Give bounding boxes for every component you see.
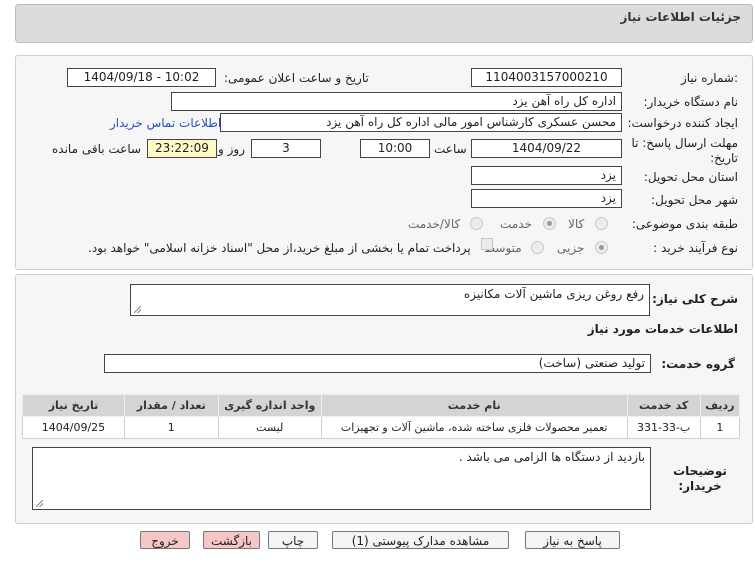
resize-grip-icon: [134, 306, 141, 313]
category-radio-service[interactable]: [543, 217, 556, 230]
col-service-code: کد خدمت: [626, 394, 701, 417]
exit-button[interactable]: خروج: [140, 531, 190, 549]
col-row: ردیف: [699, 394, 741, 417]
process-option-minor: جزیی: [557, 241, 585, 255]
buyer-notes-label: توضیحات خریدار:: [673, 464, 727, 493]
cell-need-date: 1404/09/25: [22, 416, 125, 439]
category-radio-goods[interactable]: [595, 217, 608, 230]
city-label: شهر محل تحویل:: [651, 193, 738, 207]
city-field: یزد: [471, 189, 622, 208]
category-label: طبقه بندی موضوعی:: [631, 217, 738, 231]
description-field: رفع روغن ریزی ماشین آلات مکانیزه: [130, 284, 650, 316]
view-attachments-button[interactable]: مشاهده مدارک پیوستی (1): [332, 531, 509, 549]
days-label: روز و: [218, 142, 245, 156]
cell-quantity: 1: [123, 416, 219, 439]
cell-service-name: تعمیر محصولات فلزی ساخته شده، ماشین آلات…: [320, 416, 628, 439]
category-option-service: خدمت: [500, 217, 532, 231]
remaining-time-field: 23:22:09: [147, 139, 217, 158]
col-unit: واحد اندازه گیری: [217, 394, 322, 417]
category-radio-goods-service[interactable]: [470, 217, 483, 230]
service-group-field: تولید صنعتی (ساخت): [104, 354, 651, 373]
back-button[interactable]: بازگشت: [203, 531, 260, 549]
need-number-label: شماره نیاز:: [680, 71, 738, 85]
buyer-org-field: اداره کل راه آهن یزد: [171, 92, 622, 111]
remaining-label: ساعت باقی مانده: [52, 142, 142, 156]
notes-resize-grip-icon: [36, 500, 43, 507]
category-option-goods: کالا: [568, 217, 585, 231]
services-table: ردیف کد خدمت نام خدمت واحد اندازه گیری ت…: [22, 394, 741, 439]
print-button[interactable]: چاپ: [268, 531, 318, 549]
announce-datetime-field: 1404/09/18 - 10:02: [67, 68, 216, 87]
treasury-checkbox[interactable]: [481, 238, 493, 250]
cell-row: 1: [699, 416, 741, 439]
deadline-date-field: 1404/09/22: [471, 139, 622, 158]
creator-label: ایجاد کننده درخواست:: [627, 116, 738, 130]
buyer-org-label: نام دستگاه خریدار:: [643, 95, 739, 109]
table-row: 1 ب-33-331 تعمیر محصولات فلزی ساخته شده،…: [22, 416, 741, 439]
col-quantity: تعداد / مقدار: [123, 394, 219, 417]
need-number-field: 1104003157000210: [471, 68, 622, 87]
deadline-label: مهلت ارسال پاسخ: تا تاریخ:: [631, 136, 738, 165]
buyer-contact-link[interactable]: اطلاعات تماس خریدار: [110, 116, 221, 130]
cell-unit: لیست: [217, 416, 322, 439]
col-need-date: تاریخ نیاز: [22, 394, 125, 417]
services-section-title: اطلاعات خدمات مورد نیاز: [587, 322, 738, 336]
reply-button[interactable]: پاسخ به نیاز: [525, 531, 620, 549]
cell-service-code: ب-33-331: [626, 416, 701, 439]
days-remaining-field: 3: [251, 139, 321, 158]
page-title: جزئیات اطلاعات نیاز: [620, 10, 741, 24]
category-option-goods-service: کالا/خدمت: [408, 217, 461, 231]
province-label: استان محل تحویل:: [643, 170, 738, 184]
treasury-note: پرداخت تمام یا بخشی از مبلغ خرید،از محل …: [88, 241, 471, 255]
col-service-name: نام خدمت: [320, 394, 628, 417]
creator-field: محسن عسکری کارشناس امور مالی اداره کل را…: [220, 113, 622, 132]
announce-label: تاریخ و ساعت اعلان عمومی:: [224, 71, 369, 85]
deadline-time-label: ساعت: [434, 142, 467, 156]
province-field: یزد: [471, 166, 622, 185]
buyer-notes-field: بازدید از دستگاه ها الزامی می باشد .: [32, 447, 651, 510]
service-group-label: گروه خدمت:: [661, 357, 735, 371]
process-label: نوع فرآیند خرید :: [653, 241, 738, 255]
description-label: شرح کلی نیاز:: [652, 292, 738, 306]
table-header-row: ردیف کد خدمت نام خدمت واحد اندازه گیری ت…: [22, 394, 741, 417]
deadline-time-field: 10:00: [360, 139, 430, 158]
process-radio-minor[interactable]: [595, 241, 608, 254]
process-radio-medium[interactable]: [531, 241, 544, 254]
